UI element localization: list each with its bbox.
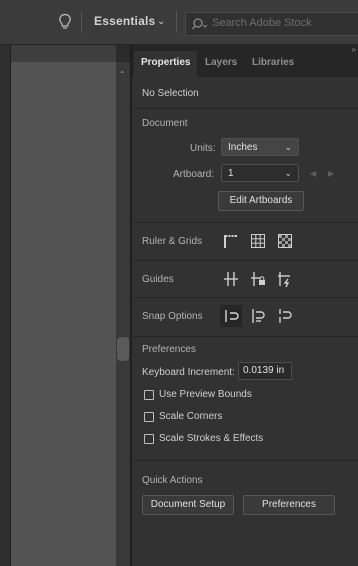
snap-options-heading: Snap Options [142,311,203,322]
next-artboard-icon[interactable]: ▶ [328,169,334,178]
toolbar-divider [176,11,177,33]
document-heading: Document [142,118,188,129]
artboard-label: Artboard: [173,169,215,180]
lightbulb-icon[interactable] [58,13,72,31]
section-divider [132,108,358,109]
section-divider [132,297,358,298]
scale-strokes-effects-checkbox[interactable] [144,434,154,444]
document-tab-strip [11,45,116,62]
snap-to-point-toggle[interactable] [220,305,242,327]
preferences-button[interactable]: Preferences [243,495,335,515]
lock-guides-icon[interactable] [249,270,267,288]
chevron-down-icon: ⌄ [284,168,292,178]
units-dropdown[interactable]: Inches ⌄ [221,138,299,156]
scrollbar-thumb[interactable] [117,337,129,361]
units-label: Units: [190,143,216,154]
vertical-scrollbar[interactable] [116,62,130,566]
artboard-dropdown[interactable]: 1 ⌄ [221,164,299,182]
scale-corners-checkbox[interactable] [144,412,154,422]
show-guides-icon[interactable] [222,270,240,288]
ruler-grids-heading: Ruler & Grids [142,236,203,247]
snap-to-glyph-icon[interactable] [276,307,294,325]
tab-layers[interactable]: Layers [205,57,237,68]
quick-actions-heading: Quick Actions [142,475,203,486]
tab-properties[interactable]: Properties [141,57,190,68]
snap-to-point-icon [225,310,239,322]
collapse-panel-icon[interactable]: » [352,45,356,54]
scale-strokes-effects-label: Scale Strokes & Effects [159,433,264,444]
toolbar-divider [81,11,82,33]
tab-libraries[interactable]: Libraries [252,57,294,68]
scale-corners-label: Scale Corners [159,411,223,422]
previous-artboard-icon[interactable]: ◀ [310,169,316,178]
section-divider [132,460,358,461]
section-divider [132,260,358,261]
keyboard-increment-label: Keyboard Increment: [142,367,235,378]
section-divider [132,222,358,223]
preferences-heading: Preferences [142,344,196,355]
use-preview-bounds-checkbox[interactable] [144,390,154,400]
app-topbar: Essentials ⌄ Search Adobe Stock [0,0,358,45]
search-icon [192,18,208,30]
panel-tab-bar: Properties Layers Libraries » [132,45,358,77]
section-divider [132,336,358,337]
transparency-grid-icon[interactable] [276,232,294,250]
units-value: Inches [228,142,258,153]
canvas-area[interactable] [11,45,116,566]
tools-panel-edge [0,45,10,566]
edit-artboards-button[interactable]: Edit Artboards [218,191,304,211]
selection-status: No Selection [142,88,199,99]
chevron-down-icon: ⌄ [284,142,292,152]
keyboard-increment-input[interactable]: 0.0139 in [238,362,292,380]
use-preview-bounds-label: Use Preview Bounds [159,389,252,400]
chevron-down-icon[interactable]: ⌄ [157,16,165,27]
scroll-up-arrow-icon[interactable]: ⌃ [119,70,126,79]
search-input[interactable]: Search Adobe Stock [212,17,312,29]
grid-icon[interactable] [249,232,267,250]
snap-to-pixel-icon[interactable] [249,307,267,325]
guides-heading: Guides [142,274,174,285]
artboard-value: 1 [228,168,234,179]
workspace-switcher[interactable]: Essentials [94,14,155,28]
rulers-icon[interactable] [222,232,240,250]
smart-guides-icon[interactable] [276,270,294,288]
stock-search-field[interactable]: Search Adobe Stock [185,12,358,36]
properties-panel: Properties Layers Libraries » No Selecti… [132,45,358,566]
document-setup-button[interactable]: Document Setup [142,495,234,515]
